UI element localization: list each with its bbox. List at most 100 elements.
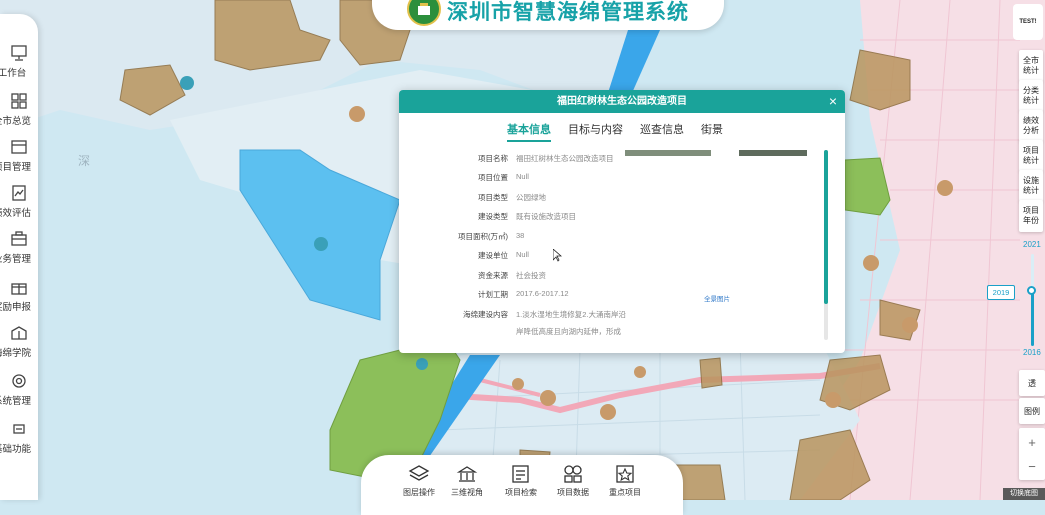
sidebar-item-business[interactable]: 业务管理 bbox=[0, 230, 38, 276]
row-value: 社会投资 bbox=[516, 271, 546, 280]
zoom-in-button[interactable]: + bbox=[1028, 430, 1036, 454]
folder-icon bbox=[11, 140, 27, 154]
tab-inspection[interactable]: 巡查信息 bbox=[640, 121, 684, 142]
sidebar-item-overview[interactable]: 全市总览 bbox=[0, 92, 38, 138]
sidebar-item-workbench[interactable]: 工作台 bbox=[0, 44, 38, 90]
basemap-switch-label: 切换底图 bbox=[1010, 490, 1038, 497]
bottom-item-label: 项目数据 bbox=[557, 488, 589, 497]
stat-label: 项目 统计 bbox=[1023, 146, 1039, 165]
sidebar-item-awards[interactable]: 奖励申报 bbox=[0, 278, 38, 324]
row-label: 建设单位 bbox=[478, 251, 508, 260]
chart-icon bbox=[12, 185, 26, 201]
monitor-icon bbox=[11, 45, 27, 61]
row-label: 计划工期 bbox=[478, 290, 508, 299]
year-min: 2016 bbox=[1023, 348, 1041, 357]
panel-tabs: 基本信息 目标与内容 巡查信息 街景 bbox=[507, 121, 740, 142]
project-data-button[interactable]: 项目数据 bbox=[553, 463, 593, 498]
close-icon[interactable]: × bbox=[829, 90, 837, 113]
stat-year-button[interactable]: 项目 年份 bbox=[1019, 200, 1043, 232]
info-row: 项目位置 Null bbox=[399, 172, 699, 184]
year-handle[interactable] bbox=[1027, 286, 1036, 296]
bottom-item-label: 重点项目 bbox=[609, 488, 641, 497]
zoom-out-button[interactable]: − bbox=[1028, 454, 1036, 478]
stat-label: 项目 年份 bbox=[1023, 206, 1039, 225]
sidebar-item-evaluation[interactable]: 绩效评估 bbox=[0, 184, 38, 230]
scrollbar-thumb[interactable] bbox=[824, 150, 828, 304]
panel-title: 福田红树林生态公园改造项目 bbox=[557, 96, 687, 107]
row-label: 项目类型 bbox=[478, 193, 508, 202]
tab-basic-info[interactable]: 基本信息 bbox=[507, 121, 551, 142]
sidebar-item-system[interactable]: 系统管理 bbox=[0, 372, 38, 418]
row-value: 1.淡水湿地生境修复2.大涌南岸沿 bbox=[516, 310, 627, 319]
star-icon bbox=[616, 465, 634, 483]
bottom-toolbar: 图层操作 三维视角 项目检索 项目数据 重点项目 bbox=[361, 455, 683, 515]
row-label: 项目名称 bbox=[478, 154, 508, 163]
mouse-cursor-icon bbox=[553, 249, 562, 262]
left-sidebar: 工作台 全市总览 项目管理 绩效评估 业务管理 奖励申报 海绵学院 系统管理 基… bbox=[0, 14, 38, 500]
panel-scrollbar[interactable] bbox=[824, 150, 828, 340]
project-photo[interactable] bbox=[625, 150, 711, 156]
briefcase-icon bbox=[11, 231, 27, 246]
stat-city-button[interactable]: 全市 统计 bbox=[1019, 50, 1043, 82]
key-projects-button[interactable]: 重点项目 bbox=[605, 463, 645, 498]
box-icon bbox=[13, 424, 25, 434]
info-row: 建设单位 Null bbox=[399, 250, 699, 262]
stat-label: 绩效 分析 bbox=[1023, 116, 1039, 135]
sidebar-item-label: 绩效评估 bbox=[0, 208, 31, 219]
row-value: Null bbox=[516, 250, 529, 259]
row-value: Null bbox=[516, 172, 529, 181]
info-row: 岸降低高度且向湖内延伸，形成 bbox=[399, 326, 699, 338]
bottom-item-label: 图层操作 bbox=[403, 488, 435, 497]
all-photos-link[interactable]: 全景图片 bbox=[704, 293, 730, 303]
row-label: 建设类型 bbox=[478, 212, 508, 221]
row-value: 38 bbox=[516, 231, 525, 240]
sidebar-item-projects[interactable]: 项目管理 bbox=[0, 138, 38, 184]
stat-label: 全市 统计 bbox=[1023, 56, 1039, 75]
tab-goals-content[interactable]: 目标与内容 bbox=[568, 121, 623, 142]
transparency-button[interactable]: 透 bbox=[1019, 370, 1045, 396]
transparency-label: 透 bbox=[1028, 378, 1036, 388]
sidebar-item-label: 系统管理 bbox=[0, 396, 31, 407]
project-photo[interactable] bbox=[739, 150, 807, 156]
info-row: 项目面积(万㎡) 38 bbox=[399, 231, 699, 243]
row-label: 项目面积(万㎡) bbox=[458, 232, 508, 241]
row-value: 2017.6-2017.12 bbox=[516, 289, 569, 298]
row-label: 海绵建设内容 bbox=[463, 310, 508, 319]
tab-street-view[interactable]: 街景 bbox=[701, 121, 723, 142]
info-row: 计划工期 2017.6-2017.12 bbox=[399, 289, 699, 301]
sidebar-item-label: 海绵学院 bbox=[0, 348, 31, 359]
stat-label: 分类 统计 bbox=[1023, 86, 1039, 105]
stat-facility-button[interactable]: 设施 统计 bbox=[1019, 170, 1043, 202]
sidebar-item-label: 工作台 bbox=[0, 68, 27, 79]
stat-performance-button[interactable]: 绩效 分析 bbox=[1019, 110, 1043, 142]
legend-button[interactable]: 图例 bbox=[1019, 398, 1045, 424]
year-current: 2019 bbox=[992, 288, 1010, 297]
project-info-panel: 福田红树林生态公园改造项目 × 基本信息 目标与内容 巡查信息 街景 项目名称福… bbox=[399, 90, 845, 353]
project-search-button[interactable]: 项目检索 bbox=[501, 463, 541, 498]
app-title: 深圳市智慧海绵管理系统 bbox=[447, 1, 689, 24]
sidebar-item-label: 基础功能 bbox=[0, 444, 31, 455]
stat-category-button[interactable]: 分类 统计 bbox=[1019, 80, 1043, 112]
row-value: 福田红树林生态公园改造项目 bbox=[516, 154, 614, 163]
sidebar-item-basic[interactable]: 基础功能 bbox=[0, 420, 38, 466]
avatar-label: TEST! bbox=[1019, 19, 1037, 25]
layers-icon bbox=[408, 465, 430, 481]
sidebar-item-label: 业务管理 bbox=[0, 254, 31, 265]
row-value: 岸降低高度且向湖内延伸，形成 bbox=[516, 327, 621, 336]
3d-view-button[interactable]: 三维视角 bbox=[447, 463, 487, 498]
sidebar-item-academy[interactable]: 海绵学院 bbox=[0, 324, 38, 370]
basemap-switch-button[interactable]: 切换底图 bbox=[1003, 488, 1045, 500]
layers-button[interactable]: 图层操作 bbox=[399, 463, 439, 498]
bottom-item-label: 项目检索 bbox=[505, 488, 537, 497]
zoom-control: + − bbox=[1019, 428, 1045, 480]
gift-icon bbox=[11, 283, 27, 295]
year-max: 2021 bbox=[1023, 240, 1041, 249]
logo-icon bbox=[418, 3, 430, 15]
stat-project-button[interactable]: 项目 统计 bbox=[1019, 140, 1043, 172]
year-track-fill bbox=[1031, 290, 1034, 346]
year-slider[interactable]: 2021 2016 bbox=[1020, 240, 1045, 360]
book-icon bbox=[11, 326, 27, 340]
year-current-badge: 2019 bbox=[987, 285, 1015, 300]
user-avatar[interactable]: TEST! bbox=[1013, 4, 1043, 40]
sidebar-item-label: 奖励申报 bbox=[0, 302, 31, 313]
